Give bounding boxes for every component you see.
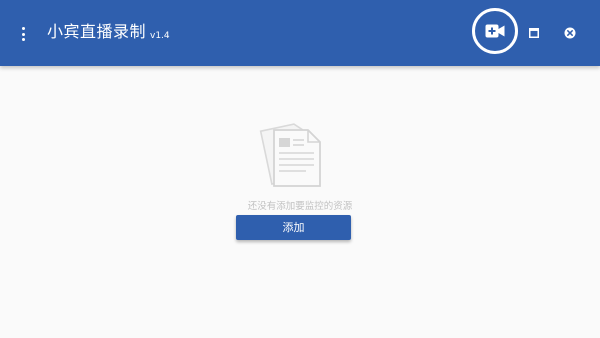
maximize-icon — [529, 28, 539, 38]
close-button[interactable] — [561, 24, 579, 42]
app-version: v1.4 — [150, 31, 170, 41]
more-vertical-icon-dot — [22, 38, 25, 41]
video-camera-add-icon — [485, 24, 505, 38]
maximize-button[interactable] — [525, 24, 543, 42]
close-circle-icon — [564, 27, 576, 39]
empty-state-message: 还没有添加要监控的资源 — [247, 201, 353, 212]
app-title: 小宾直播录制 — [47, 22, 147, 41]
more-menu-button[interactable] — [16, 23, 32, 45]
main-content: 还没有添加要监控的资源 添加 — [0, 66, 600, 338]
title-bar: 小宾直播录制 v1.4 — [0, 0, 600, 66]
more-vertical-icon-dot — [22, 32, 25, 36]
document-stack-icon — [259, 123, 321, 187]
add-button[interactable]: 添加 — [236, 215, 351, 240]
app-window: 小宾直播录制 v1.4 还没有添加要监控的资源 添加 — [0, 0, 600, 338]
add-recording-button[interactable] — [472, 8, 518, 54]
more-vertical-icon — [22, 27, 25, 30]
